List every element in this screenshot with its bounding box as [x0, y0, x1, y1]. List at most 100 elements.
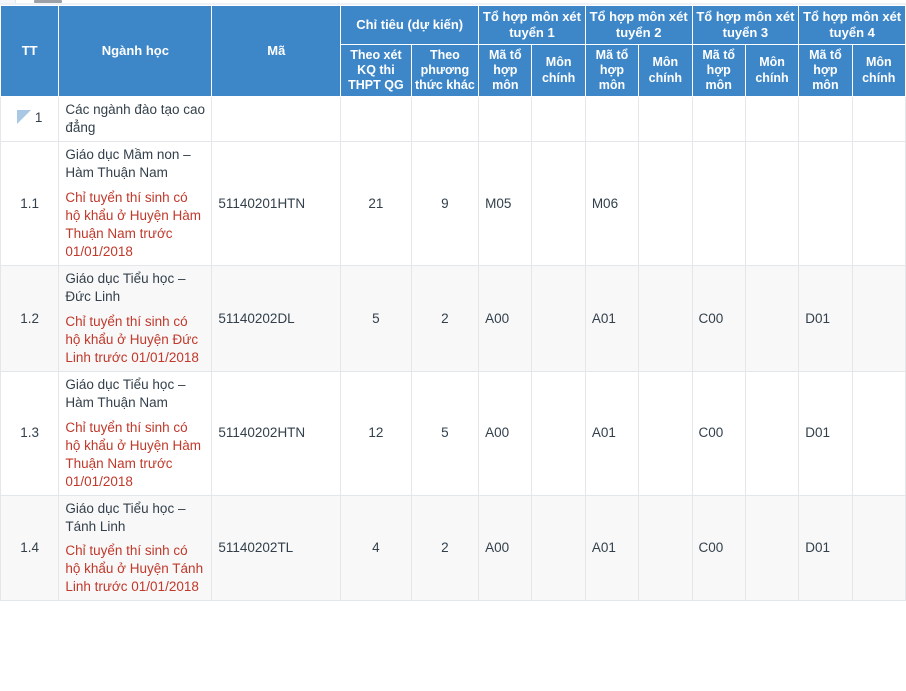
header-g2-mon-chinh[interactable]: Môn chính	[638, 43, 693, 98]
cell-g4-ma-to-hop: D01	[798, 265, 853, 372]
cell-tt-label: 1.4	[20, 539, 40, 555]
program-restriction-note: Chỉ tuyển thí sinh có hộ khẩu ở Huyện Tá…	[65, 543, 204, 595]
cell-g3-mon-chinh	[744, 265, 800, 372]
cell-g1-mon-chinh	[531, 494, 586, 602]
collapse-triangle-icon[interactable]	[16, 109, 31, 124]
cell-g2-ma-to-hop	[584, 96, 640, 143]
cell-g4-mon-chinh	[851, 141, 906, 267]
header-g1-mon-chinh[interactable]: Môn chính	[531, 43, 586, 98]
header-chi-tieu-thpt[interactable]: Theo xét KQ thi THPT QG	[340, 43, 412, 98]
header-ma[interactable]: Mã	[211, 4, 342, 98]
program-restriction-note: Chỉ tuyển thí sinh có hộ khẩu ở Huyện Hà…	[65, 419, 202, 489]
cell-ma: 51140202TL	[211, 494, 342, 602]
cell-ma: 51140202DL	[211, 265, 342, 372]
admissions-quota-table: TT Ngành học Mã Chỉ tiêu (dự kiến) Tổ hợ…	[0, 4, 906, 602]
table-body: 1 Các ngành đào tạo cao đẳng 1.1 Giáo dục M…	[0, 96, 906, 602]
cell-g1-ma-to-hop: A00	[478, 265, 533, 372]
cell-tt-label: 1.3	[20, 425, 40, 441]
cell-chi-tieu-khac: 9	[410, 141, 480, 267]
table-row[interactable]: 1 Các ngành đào tạo cao đẳng	[0, 96, 906, 143]
cell-g1-ma-to-hop: A00	[478, 494, 533, 602]
table-row[interactable]: 1.1 Giáo dục Mầm non – Hàm Thuận Nam Chỉ t…	[0, 141, 906, 267]
cell-g2-ma-to-hop: A01	[584, 265, 640, 372]
cell-g1-mon-chinh	[531, 96, 586, 143]
cell-tt-label: 1.1	[20, 195, 40, 211]
header-nganh-hoc[interactable]: Ngành học	[58, 4, 213, 98]
cell-g2-mon-chinh	[638, 141, 693, 267]
program-name: Giáo dục Tiểu học – Đức Linh	[65, 271, 186, 305]
cell-g2-mon-chinh	[638, 96, 693, 143]
cell-g3-ma-to-hop: C00	[691, 494, 746, 602]
header-g2-ma-to-hop[interactable]: Mã tổ hợp môn	[584, 43, 640, 98]
table-row[interactable]: 1.2 Giáo dục Tiểu học – Đức Linh Chỉ tuyển…	[0, 265, 906, 372]
header-tt[interactable]: TT	[0, 4, 60, 98]
cell-g2-ma-to-hop: A01	[584, 494, 640, 602]
program-name: Giáo dục Mầm non – Hàm Thuận Nam	[65, 147, 191, 181]
program-name: Giáo dục Tiểu học – Tánh Linh	[65, 500, 186, 534]
cell-g3-ma-to-hop: C00	[691, 370, 746, 496]
cell-tt: 1.2	[0, 265, 60, 372]
program-restriction-note: Chỉ tuyển thí sinh có hộ khẩu ở Huyện Hà…	[65, 190, 202, 260]
header-g4-mon-chinh[interactable]: Môn chính	[851, 43, 906, 98]
header-group-3[interactable]: Tổ hợp môn xét tuyển 3	[691, 5, 800, 45]
header-g3-mon-chinh[interactable]: Môn chính	[744, 43, 800, 98]
page-root: TT Ngành học Mã Chỉ tiêu (dự kiến) Tổ hợ…	[0, 0, 906, 691]
cell-g4-ma-to-hop	[798, 141, 853, 267]
cell-nganh-hoc: Giáo dục Tiểu học – Hàm Thuận Nam Chỉ tuy…	[58, 370, 213, 496]
cell-g3-mon-chinh	[744, 141, 800, 267]
cell-tt: 1	[0, 96, 60, 143]
cell-g4-mon-chinh	[851, 494, 906, 602]
cell-chi-tieu-khac: 2	[410, 494, 480, 602]
cell-g1-mon-chinh	[531, 370, 586, 496]
cell-g3-mon-chinh	[744, 494, 800, 602]
cell-g2-ma-to-hop: A01	[584, 370, 640, 496]
cell-nganh-hoc: Các ngành đào tạo cao đẳng	[58, 96, 213, 143]
header-chi-tieu-khac[interactable]: Theo phương thức khác	[410, 43, 480, 98]
cell-chi-tieu-thpt: 5	[340, 265, 412, 372]
cell-g2-ma-to-hop: M06	[584, 141, 640, 267]
header-group-4[interactable]: Tổ hợp môn xét tuyển 4	[798, 5, 906, 45]
program-name: Các ngành đào tạo cao đẳng	[65, 102, 205, 136]
cell-g4-ma-to-hop: D01	[798, 494, 853, 602]
cell-tt-label: 1.2	[20, 310, 40, 326]
cell-chi-tieu-thpt: 12	[340, 370, 412, 496]
cell-g4-ma-to-hop: D01	[798, 370, 853, 496]
cell-chi-tieu-khac	[410, 96, 480, 143]
cell-g4-mon-chinh	[851, 265, 906, 372]
cell-g3-ma-to-hop	[691, 141, 746, 267]
table-header: TT Ngành học Mã Chỉ tiêu (dự kiến) Tổ hợ…	[0, 4, 906, 98]
cell-g4-mon-chinh	[851, 370, 906, 496]
cell-g3-ma-to-hop	[691, 96, 746, 143]
header-g3-ma-to-hop[interactable]: Mã tổ hợp môn	[691, 43, 746, 98]
cell-g2-mon-chinh	[638, 370, 693, 496]
cell-chi-tieu-khac: 5	[410, 370, 480, 496]
cell-ma: 51140201HTN	[211, 141, 342, 267]
cell-g1-mon-chinh	[531, 265, 586, 372]
cell-tt: 1.3	[0, 370, 60, 496]
header-group-2[interactable]: Tổ hợp môn xét tuyển 2	[584, 5, 693, 45]
cell-g3-mon-chinh	[744, 96, 800, 143]
program-restriction-note: Chỉ tuyển thí sinh có hộ khẩu ở Huyện Đứ…	[65, 314, 199, 365]
cell-g1-ma-to-hop: M05	[478, 141, 533, 267]
header-g4-ma-to-hop[interactable]: Mã tổ hợp môn	[798, 43, 853, 98]
cell-g2-mon-chinh	[638, 494, 693, 602]
cell-g3-mon-chinh	[744, 370, 800, 496]
table-row[interactable]: 1.4 Giáo dục Tiểu học – Tánh Linh Chỉ tuyể…	[0, 494, 906, 602]
cell-g3-ma-to-hop: C00	[691, 265, 746, 372]
cell-chi-tieu-khac: 2	[410, 265, 480, 372]
cell-g1-ma-to-hop: A00	[478, 370, 533, 496]
cell-tt: 1.4	[0, 494, 60, 602]
cell-g2-mon-chinh	[638, 265, 693, 372]
cell-chi-tieu-thpt: 21	[340, 141, 412, 267]
cell-g1-mon-chinh	[531, 141, 586, 267]
cell-g4-mon-chinh	[851, 96, 906, 143]
header-group-1[interactable]: Tổ hợp môn xét tuyển 1	[478, 5, 586, 45]
header-g1-ma-to-hop[interactable]: Mã tổ hợp môn	[478, 43, 533, 98]
cell-chi-tieu-thpt: 4	[340, 494, 412, 602]
header-chi-tieu[interactable]: Chỉ tiêu (dự kiến)	[340, 5, 480, 45]
cell-ma: 51140202HTN	[211, 370, 342, 496]
cell-nganh-hoc: Giáo dục Mầm non – Hàm Thuận Nam Chỉ tuyể…	[58, 141, 213, 267]
cell-g4-ma-to-hop	[798, 96, 853, 143]
cell-nganh-hoc: Giáo dục Tiểu học – Tánh Linh Chỉ tuyển t…	[58, 494, 213, 602]
table-row[interactable]: 1.3 Giáo dục Tiểu học – Hàm Thuận Nam Chỉ …	[0, 370, 906, 496]
